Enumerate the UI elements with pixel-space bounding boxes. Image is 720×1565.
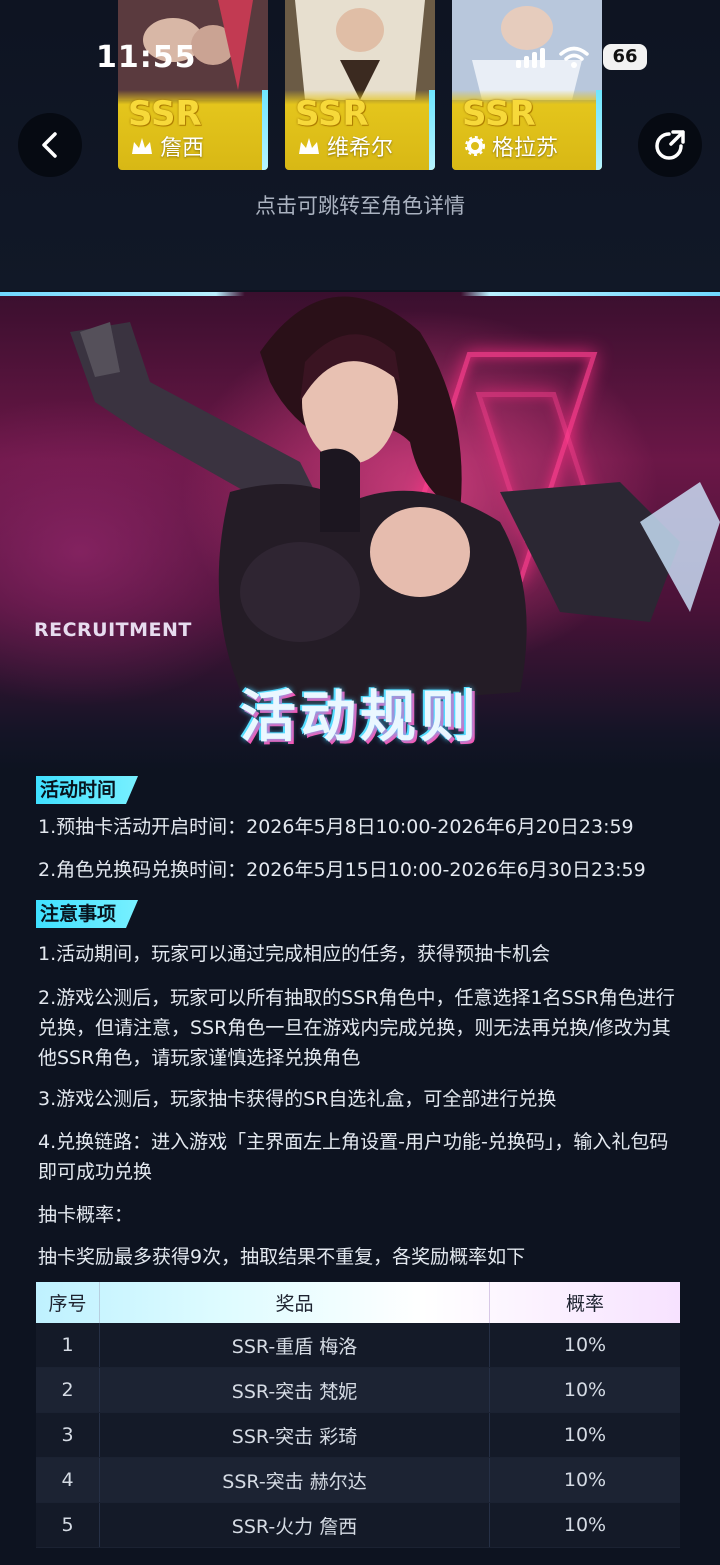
card-rarity: SSR [295, 94, 369, 134]
card-edge [262, 90, 268, 170]
row-probability: 10% [563, 1334, 607, 1356]
card-rarity: SSR [128, 94, 202, 134]
character-card-1[interactable]: SSR 詹西 [118, 0, 268, 170]
status-icons: 66 [516, 44, 647, 70]
table-row: 1 SSR-重盾 梅洛 10% [36, 1323, 680, 1368]
card-rarity: SSR [462, 94, 536, 134]
row-index: 4 [36, 1458, 100, 1502]
share-button[interactable] [638, 113, 702, 177]
wifi-icon [559, 46, 589, 68]
class-gear-icon [465, 136, 485, 156]
event-banner: RECRUITMENT 活动规则 [0, 292, 720, 772]
header-prize: 奖品 [100, 1282, 490, 1323]
class-crown-icon [299, 138, 319, 154]
time-line-2: 2.角色兑换码兑换时间：2026年5月15日10:00-2026年6月30日23… [38, 859, 646, 881]
rules-title: 活动规则 [240, 685, 480, 750]
row-prize: SSR-突击 赫尔达 [100, 1458, 490, 1502]
row-prize: SSR-火力 詹西 [100, 1503, 490, 1547]
probability-description: 抽卡奖励最多获得9次，抽取结果不重复，各奖励概率如下 [38, 1246, 526, 1268]
row-probability: 10% [563, 1424, 607, 1446]
recruitment-label: RECRUITMENT [34, 619, 192, 641]
table-row: 4 SSR-突击 赫尔达 10% [36, 1458, 680, 1503]
share-icon [655, 130, 685, 160]
card-name: 格拉苏 [492, 136, 559, 161]
character-detail-hint: 点击可跳转至角色详情 [255, 194, 465, 218]
notes-tag: 注意事项 [36, 900, 138, 928]
card-name-row: 维希尔 [297, 130, 393, 162]
card-name-row: 格拉苏 [464, 130, 558, 162]
card-edge [429, 90, 435, 170]
row-prize: SSR-突击 梵妮 [100, 1368, 490, 1412]
activity-time-tag: 活动时间 [36, 776, 138, 804]
row-probability: 10% [563, 1379, 607, 1401]
battery-icon: 66 [603, 44, 647, 70]
probability-table: 序号 奖品 概率 1 SSR-重盾 梅洛 10% 2 SSR-突击 梵妮 10%… [36, 1282, 680, 1548]
table-row: 2 SSR-突击 梵妮 10% [36, 1368, 680, 1413]
card-name-row: 詹西 [130, 130, 204, 162]
card-name: 维希尔 [327, 136, 394, 161]
row-probability: 10% [563, 1469, 607, 1491]
card-name: 詹西 [160, 136, 205, 161]
character-card-3[interactable]: SSR 格拉苏 [452, 0, 602, 170]
row-probability: 10% [563, 1514, 607, 1536]
card-edge [596, 90, 602, 170]
class-crown-icon [132, 138, 152, 154]
note-line-1: 1.活动期间，玩家可以通过完成相应的任务，获得预抽卡机会 [38, 943, 551, 965]
back-arrow-icon [42, 132, 57, 158]
time-line-1: 1.预抽卡活动开启时间：2026年5月8日10:00-2026年6月20日23:… [38, 816, 634, 838]
table-header: 序号 奖品 概率 [36, 1282, 680, 1323]
row-index: 5 [36, 1503, 100, 1547]
row-index: 3 [36, 1413, 100, 1457]
character-card-2[interactable]: SSR 维希尔 [285, 0, 435, 170]
header-probability: 概率 [565, 1293, 604, 1315]
character-cards: SSR 詹西 SSR 维希尔 SSR 格拉苏 [118, 0, 608, 170]
note-line-2: 2.游戏公测后，玩家可以所有抽取的SSR角色中，任意选择1名SSR角色进行兑换，… [38, 987, 675, 1069]
status-time: 11:55 [96, 40, 197, 75]
row-index: 1 [36, 1323, 100, 1367]
table-body: 1 SSR-重盾 梅洛 10% 2 SSR-突击 梵妮 10% 3 SSR-突击… [36, 1323, 680, 1548]
table-row: 5 SSR-火力 詹西 10% [36, 1503, 680, 1548]
signal-icon [516, 46, 545, 68]
table-row: 3 SSR-突击 彩琦 10% [36, 1413, 680, 1458]
note-line-3: 3.游戏公测后，玩家抽卡获得的SR自选礼盒，可全部进行兑换 [38, 1088, 557, 1110]
note-line-4: 4.兑换链路：进入游戏「主界面左上角设置-用户功能-兑换码」，输入礼包码即可成功… [38, 1131, 669, 1183]
back-button[interactable] [18, 113, 82, 177]
top-header: SSR 詹西 SSR 维希尔 SSR 格拉苏 11:55 66 点击可跳转至角色… [0, 0, 720, 290]
header-index: 序号 [36, 1282, 100, 1323]
row-prize: SSR-重盾 梅洛 [100, 1323, 490, 1367]
row-prize: SSR-突击 彩琦 [100, 1413, 490, 1457]
row-index: 2 [36, 1368, 100, 1412]
probability-label: 抽卡概率： [38, 1204, 134, 1226]
